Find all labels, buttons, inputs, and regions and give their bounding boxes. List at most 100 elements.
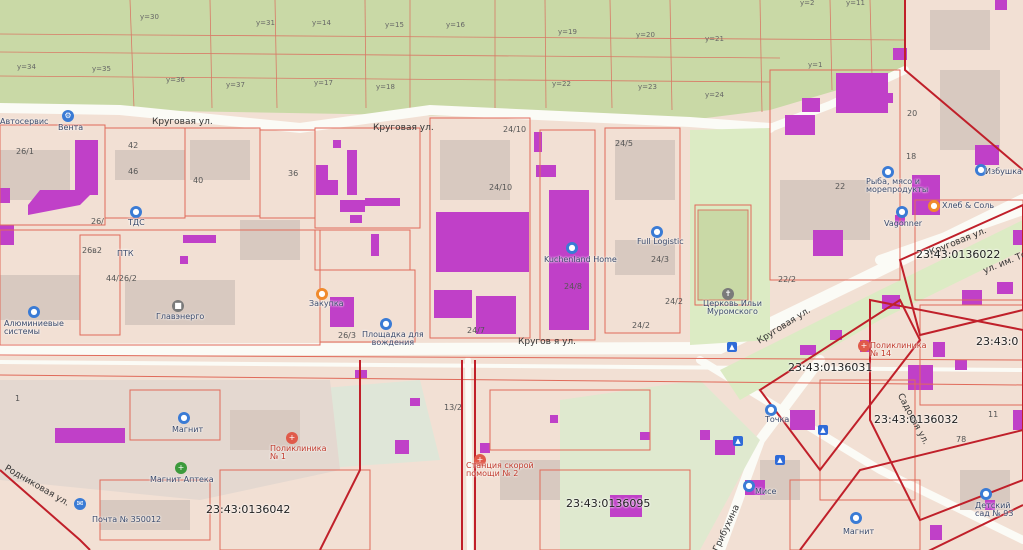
cadastral-label-0136042[interactable]: 23:43:0136042 (206, 504, 290, 515)
house-number-40: 40 (193, 176, 204, 185)
car-service-icon[interactable]: ⚙ (62, 110, 74, 122)
house-number-18: 18 (906, 152, 917, 161)
poi-poliklinika-n[interactable]: Поликлиника № 14 (870, 341, 927, 359)
parcel-label-p21: у=21 (705, 35, 724, 43)
poi-mise[interactable]: Мисе (755, 487, 776, 496)
parcel-label-p19: у=19 (558, 28, 577, 36)
poi-poliklinika-s[interactable]: Поликлиника № 1 (270, 444, 327, 462)
cadastral-label-0136031[interactable]: 23:43:0136031 (788, 362, 872, 373)
house-number-46: 46 (128, 167, 139, 176)
parcel-label-p30: у=30 (140, 13, 159, 21)
pharmacy-icon[interactable]: + (175, 462, 187, 474)
poi-kuchenland[interactable]: Kuchenland Home (544, 255, 617, 264)
house-number-243: 24/3 (651, 255, 669, 264)
street-label-krugovaya-nw: Круговая ул. (152, 117, 213, 127)
poi-zakupka[interactable]: Закупка (309, 299, 344, 308)
house-number-2410: 24/10 (503, 125, 527, 134)
house-number-248: 24/8 (564, 282, 582, 291)
poi-venta[interactable]: Вента (58, 123, 83, 132)
parcel-label-p31: у=31 (256, 19, 275, 27)
poi-detsad[interactable]: Детский сад № 93 (975, 501, 1013, 519)
garden-plots-area (0, 0, 905, 120)
bus-stop-icon[interactable]: ▲ (775, 455, 785, 465)
house-number-1: 1 (15, 394, 21, 403)
bus-stop-icon[interactable]: ▲ (727, 342, 737, 352)
parcel-label-p24: у=24 (705, 91, 724, 99)
house-number-242: 24/2 (665, 297, 683, 306)
poi-tserkov[interactable]: Церковь Ильи Муромского (703, 299, 762, 317)
parcel-label-p23: у=23 (638, 83, 657, 91)
house-number-262: 26в2 (82, 246, 102, 255)
clinic-icon[interactable]: + (286, 432, 298, 444)
house-number-242b: 24/2 (632, 321, 650, 330)
house-number-247: 24/7 (467, 326, 485, 335)
bus-stop-icon[interactable]: ▲ (733, 436, 743, 446)
parcel-label-p18: у=18 (376, 83, 395, 91)
poi-alyuminievye[interactable]: Алюминиевые системы (4, 319, 64, 337)
shop-icon[interactable]: ● (130, 206, 142, 218)
store-icon[interactable]: ● (743, 480, 755, 492)
poi-full-logistic[interactable]: Full Logistic (637, 237, 684, 246)
bakery-icon[interactable]: ● (928, 200, 940, 212)
poi-izbushka[interactable]: Избушка (985, 167, 1022, 176)
parcel-label-p37: у=37 (226, 81, 245, 89)
poi-pochta[interactable]: Почта № 350012 (92, 515, 161, 524)
parcel-label-p22: у=22 (552, 80, 571, 88)
poi-glavenergo[interactable]: Главэнерго (156, 312, 204, 321)
clinic-icon[interactable]: + (858, 340, 870, 352)
poi-tds[interactable]: ТДС (128, 218, 145, 227)
house-number-26: 26/ (91, 217, 104, 226)
supermarket-icon[interactable]: ● (178, 412, 190, 424)
poi-skoraya[interactable]: Станция скорой помощи № 2 (466, 461, 534, 479)
poi-tochka[interactable]: Точка (765, 415, 789, 424)
furniture-shop-icon[interactable]: ● (566, 242, 578, 254)
road-vertical-center (465, 357, 473, 550)
house-number-36: 36 (288, 169, 299, 178)
car-icon[interactable]: ● (380, 318, 392, 330)
poi-ptk[interactable]: ПТК (117, 249, 134, 258)
parcel-label-p16: у=16 (446, 21, 465, 29)
poi-vagonner[interactable]: Vagonner (884, 219, 922, 228)
poi-khleb[interactable]: Хлеб & Соль (942, 201, 994, 210)
office-icon[interactable]: ■ (172, 300, 184, 312)
cadastral-label-0136095[interactable]: 23:43:0136095 (566, 498, 650, 509)
cadastral-label-0136022[interactable]: 23:43:0136022 (916, 249, 1000, 260)
parcel-label-p11: у=11 (846, 0, 865, 7)
house-number-222: 22/2 (778, 275, 796, 284)
street-label-krugovaya-s: Кругов я ул. (518, 337, 577, 347)
post-office-icon[interactable]: ✉ (74, 498, 86, 510)
map-canvas[interactable]: у=30 у=31 у=14 у=15 у=16 у=19 у=20 у=21 … (0, 0, 1023, 550)
parcel-label-p17: у=17 (314, 79, 333, 87)
poi-magnit-n[interactable]: Магнит (172, 425, 203, 434)
kindergarten-icon[interactable]: ● (980, 488, 992, 500)
house-number-20: 20 (907, 109, 918, 118)
cadastral-label-0136-partial[interactable]: 23:43:0 (976, 336, 1018, 347)
house-number-442: 44/26/2 (106, 274, 137, 283)
parcel-label-p15: у=15 (385, 21, 404, 29)
parcel-label-p14: у=14 (312, 19, 331, 27)
house-number-2410b: 24/10 (489, 183, 513, 192)
supermarket-icon[interactable]: ● (850, 512, 862, 524)
parcel-label-p35: у=35 (92, 65, 111, 73)
poi-avtoservis[interactable]: Автосервис (0, 117, 48, 126)
shop-icon[interactable]: ● (28, 306, 40, 318)
house-number-132: 13/2 (444, 403, 462, 412)
house-number-42: 42 (128, 141, 139, 150)
house-number-78: 78 (956, 435, 967, 444)
cadastral-label-0136032[interactable]: 23:43:0136032 (874, 414, 958, 425)
poi-ploshchadka[interactable]: Площадка для вождения (362, 330, 424, 348)
house-number-245: 24/5 (615, 139, 633, 148)
store-icon[interactable]: ● (896, 206, 908, 218)
house-number-22: 22 (835, 182, 846, 191)
street-label-krugovaya-n: Круговая ул. (373, 123, 434, 133)
house-number-263: 26/3 (338, 331, 356, 340)
parcel-label-p1: у=1 (808, 61, 823, 69)
parcel-label-p2: у=2 (800, 0, 815, 7)
poi-magnit-apteka[interactable]: Магнит Аптека (150, 475, 214, 484)
house-number-261: 26/1 (16, 147, 34, 156)
parcel-label-p20: у=20 (636, 31, 655, 39)
poi-magnit-se[interactable]: Магнит (843, 527, 874, 536)
bus-stop-icon[interactable]: ▲ (818, 425, 828, 435)
poi-ryba[interactable]: Рыба, мясо и морепродукты (866, 177, 928, 195)
parcel-label-p36: у=36 (166, 76, 185, 84)
